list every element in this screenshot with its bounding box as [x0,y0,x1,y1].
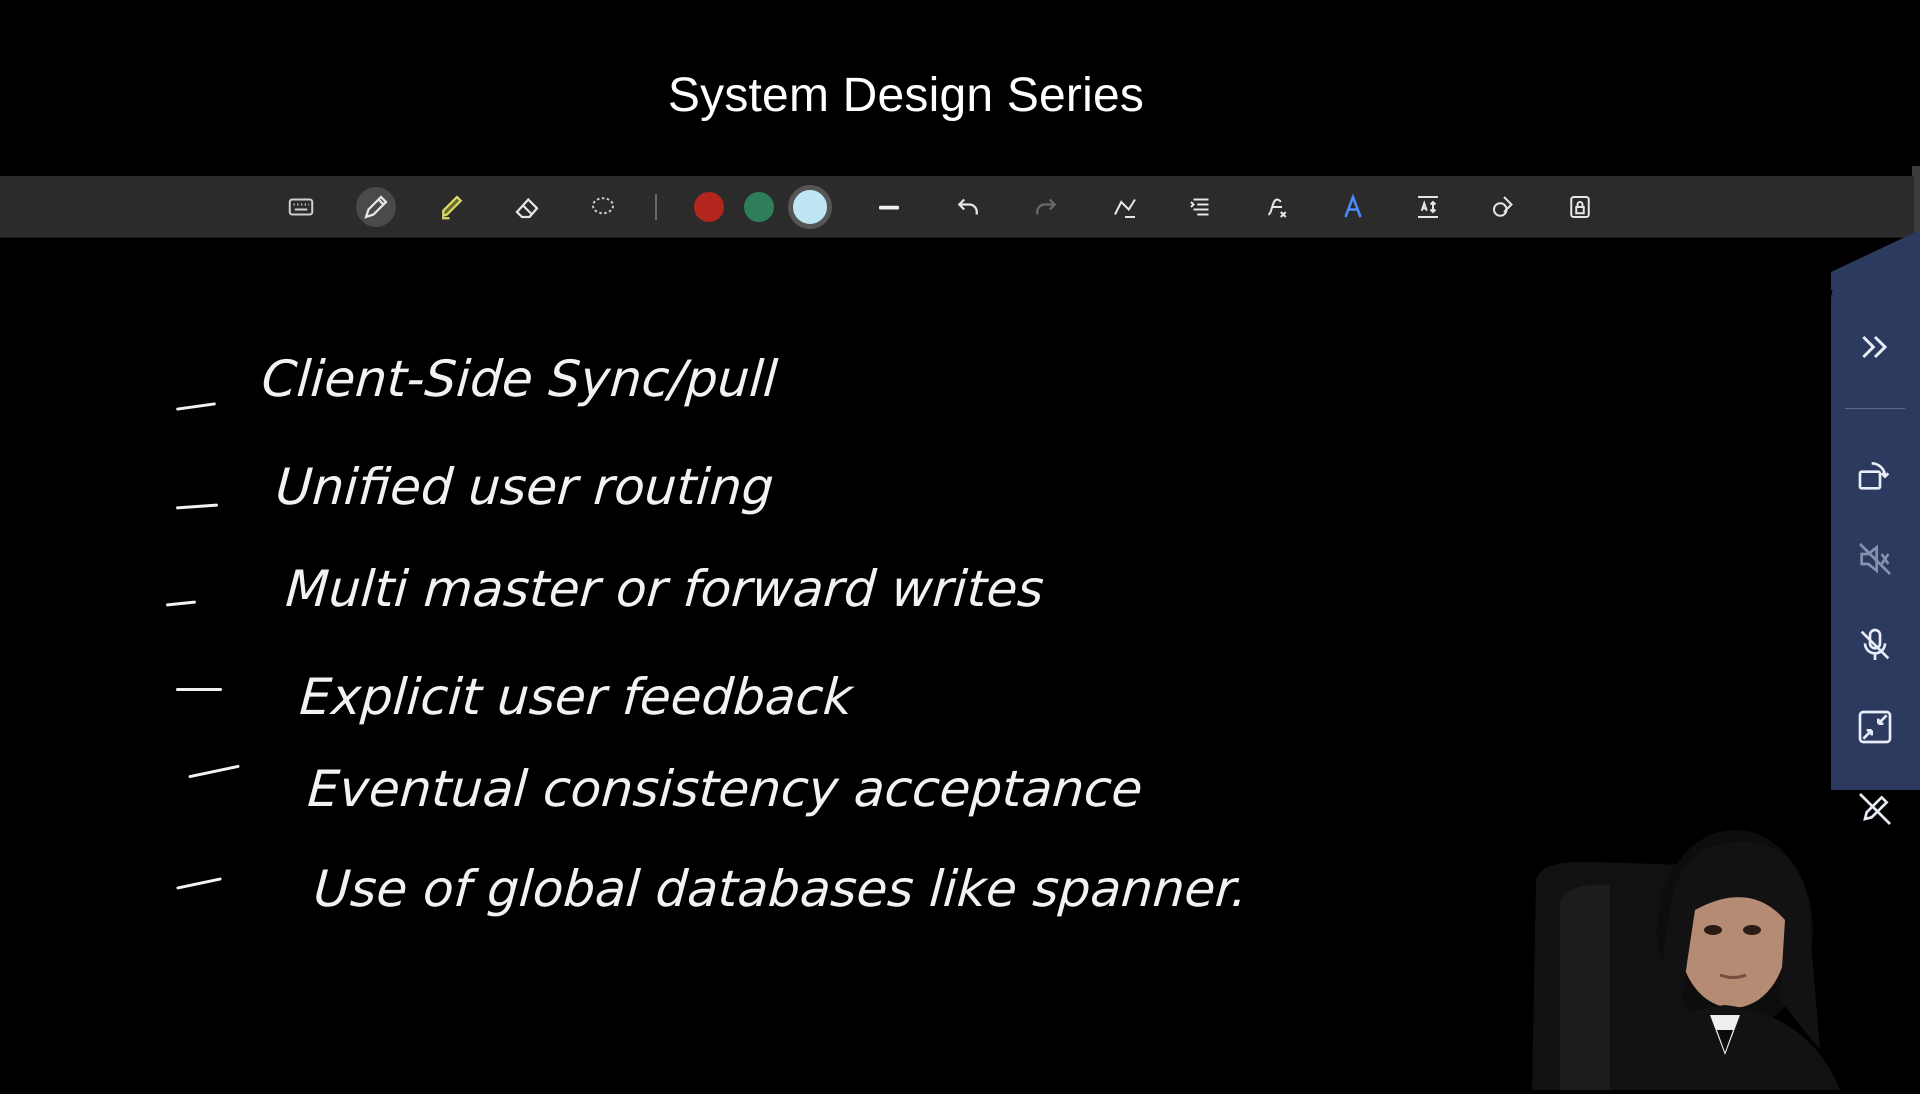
lock-icon[interactable] [1560,187,1600,227]
note-line-5: Eventual consistency acceptance [305,760,1145,818]
note-line-6: Use of global databases like spanner. [311,860,1250,918]
collapse-chevrons-icon[interactable] [1848,320,1902,374]
note-line-1: Client-Side Sync/pull [259,350,780,408]
bullet-dash [175,503,219,510]
bullet-dash [176,688,222,691]
pen-icon[interactable] [356,187,396,227]
toolbar-divider [655,194,657,220]
note-line-3: Multi master or forward writes [283,560,1046,618]
rotate-screen-icon[interactable] [1848,448,1902,502]
keyboard-icon[interactable] [281,187,321,227]
minimize-window-icon[interactable] [1848,700,1902,754]
bullet-dash [188,764,240,779]
stroke-width-icon[interactable] [869,187,909,227]
shapes-icon[interactable] [1484,187,1524,227]
redo-icon[interactable] [1026,187,1066,227]
page-title: System Design Series [667,69,1145,122]
drawing-toolbar [0,176,1914,238]
speaker-muted-icon[interactable] [1848,532,1902,586]
note-line-4: Explicit user feedback [297,668,855,726]
mic-muted-icon[interactable] [1848,618,1902,672]
color-swatch-green[interactable] [744,192,774,222]
ink-to-shape-icon[interactable] [1105,187,1145,227]
lasso-select-icon[interactable] [583,187,623,227]
note-line-2: Unified user routing [273,458,776,516]
eraser-icon[interactable] [507,187,547,227]
highlighter-icon[interactable] [432,187,472,227]
pen-off-icon[interactable] [1848,782,1902,836]
bullet-dash [175,402,217,411]
bullet-dash [176,877,222,890]
insert-space-icon[interactable] [1408,187,1448,227]
ink-to-math-icon[interactable] [1257,187,1297,227]
ink-to-text-icon[interactable] [1181,187,1221,227]
color-swatch-red[interactable] [694,192,724,222]
bullet-dash [165,600,197,607]
ink-styling-icon[interactable] [1333,187,1373,227]
panel-divider [1845,408,1905,409]
undo-icon[interactable] [948,187,988,227]
color-swatch-light-blue[interactable] [788,185,832,229]
